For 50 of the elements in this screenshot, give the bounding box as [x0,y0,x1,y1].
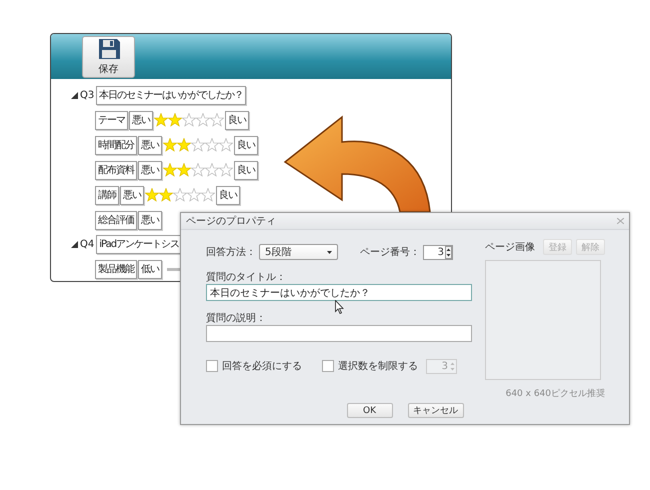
high-label: 良い [225,110,249,130]
field-label: 質問の説明： [206,312,267,324]
item-label: 時間配分 [95,136,137,154]
page-number-spinner[interactable]: 3 [423,244,453,260]
low-label: 悪い [138,160,162,180]
checkbox[interactable]: 選択数を制限する [322,359,418,373]
filled-star-icon[interactable] [159,188,173,202]
filled-star-icon[interactable] [154,113,168,127]
low-label: 悪い [129,110,153,130]
page-image-label: ページ画像 [485,241,535,254]
filled-star-icon[interactable] [163,138,177,152]
expanded-icon[interactable] [71,92,78,98]
item-label: 講師 [95,186,119,204]
image-size-hint: 640 x 640ピクセル推奨 [506,388,605,400]
spinner-arrows-icon [445,246,452,258]
caret-icon [327,250,332,254]
save-button[interactable]: 保存 [82,36,135,78]
high-label: 良い [216,186,240,204]
checkbox[interactable]: 回答を必須にする [206,359,302,373]
question-title: iPadアンケートシス [96,234,182,254]
low-label: 低い [138,260,162,278]
question-title-field[interactable]: 本日のセミナーはいかがでしたか？ [206,284,472,301]
close-icon[interactable] [617,218,624,224]
item-label: 総合評価 [95,210,137,230]
field-label: ページ番号： [360,246,420,259]
question-number: Q3 [80,90,94,100]
field-label: 質問のタイトル： [206,270,287,283]
item-label: 製品機能 [95,260,137,278]
low-label: 悪い [138,136,162,154]
filled-star-icon[interactable] [177,138,191,152]
dialog-button[interactable]: キャンセル [408,403,464,418]
dialog-button[interactable]: OK [346,403,392,418]
dialog-title: ページのプロパティ [186,214,276,228]
high-label: 良い [234,136,258,154]
question-number: Q4 [80,238,94,250]
field-label: 回答方法： [206,246,256,259]
filled-star-icon[interactable] [168,113,182,127]
question-title: 本日のセミナーはいかがでしたか？ [96,86,246,104]
low-label: 悪い [138,210,162,230]
filled-star-icon[interactable] [145,188,159,202]
item-label: 配布資料 [95,160,137,180]
high-label: 良い [234,160,258,180]
filled-star-icon[interactable] [163,163,177,177]
question-description-field[interactable] [206,325,472,342]
low-label: 悪い [120,186,144,204]
item-label: テーマ [95,110,128,130]
mouse-cursor-icon [335,300,344,314]
filled-star-icon[interactable] [177,163,191,177]
expanded-icon[interactable] [71,240,78,248]
answer-method-dropdown[interactable]: 5段階 [259,244,338,260]
